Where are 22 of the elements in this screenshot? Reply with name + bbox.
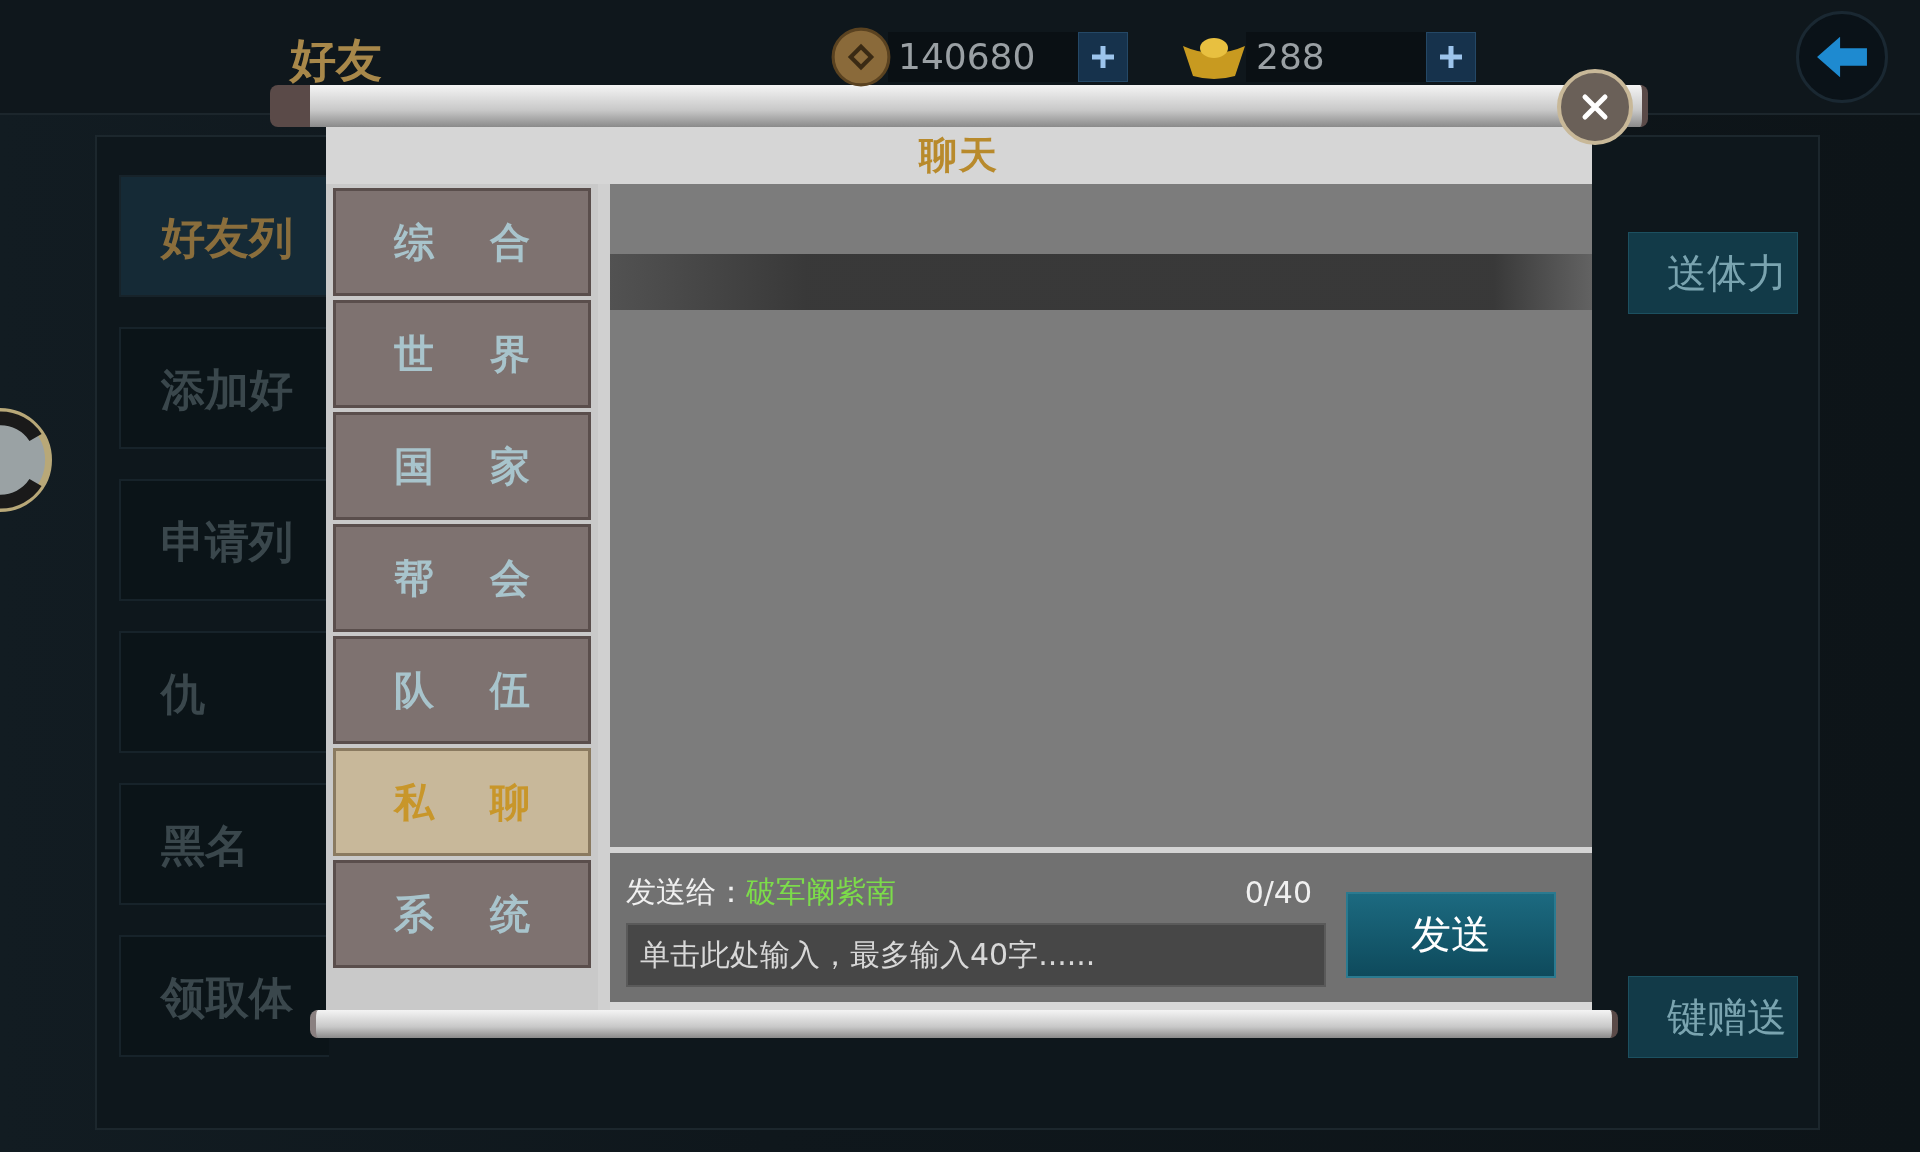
channel-tab[interactable]: 系统	[333, 860, 591, 968]
friend-menu-tab[interactable]: 好友列	[119, 175, 329, 297]
send-to-label: 发送给：	[626, 873, 746, 911]
channel-tab[interactable]: 国家	[333, 412, 591, 520]
currency-amount: 288	[1246, 31, 1426, 82]
channel-tab[interactable]: 综合	[333, 188, 591, 296]
send-button[interactable]: 发送	[1346, 891, 1556, 978]
add-button[interactable]	[1426, 31, 1476, 82]
currency-amount: 140680	[888, 31, 1078, 82]
coin-icon	[830, 25, 892, 88]
side-button[interactable]: 送体力	[1628, 232, 1798, 314]
channel-tab[interactable]: 私聊	[333, 748, 591, 856]
page-title: 好友	[290, 32, 383, 89]
channel-tab[interactable]: 帮会	[333, 524, 591, 632]
channel-tab[interactable]: 世界	[333, 300, 591, 408]
side-button[interactable]: 键赠送	[1628, 976, 1798, 1058]
add-button[interactable]	[1078, 31, 1128, 82]
message-input[interactable]: 单击此处输入，最多输入40字......	[626, 922, 1326, 987]
recipient-name: 破军阚紫南	[746, 873, 897, 911]
character-counter: 0/40	[1244, 875, 1312, 910]
dialog-title: 聊天	[919, 131, 999, 179]
channel-tab[interactable]: 队伍	[333, 636, 591, 744]
